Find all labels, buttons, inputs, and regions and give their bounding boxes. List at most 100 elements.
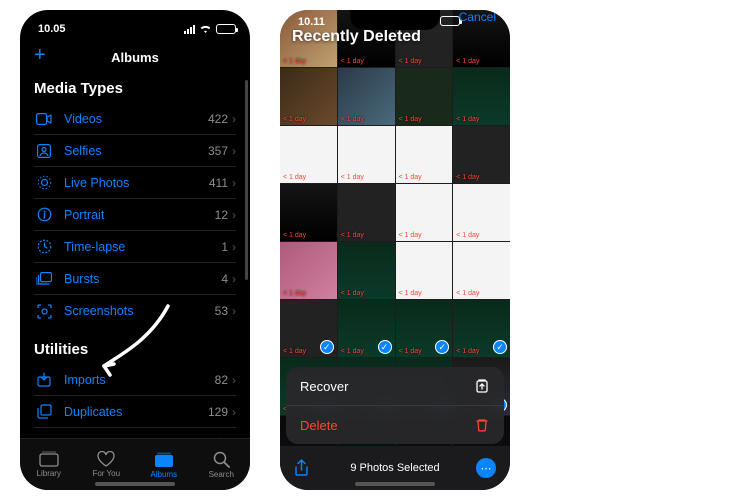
- row-videos[interactable]: Videos422›: [34, 103, 236, 135]
- delete-option[interactable]: Delete: [286, 405, 504, 444]
- portrait-icon: f: [34, 207, 54, 222]
- status-time: 10.11: [298, 16, 325, 28]
- selection-count: 9 Photos Selected: [350, 462, 439, 474]
- row-label: Screenshots: [64, 304, 215, 318]
- nav-bar: + Albums: [20, 42, 250, 72]
- library-tab-icon: [39, 451, 59, 467]
- row-screenshots[interactable]: Screenshots53›: [34, 295, 236, 327]
- hidden-icon: [34, 438, 54, 439]
- trash-icon: [474, 417, 490, 433]
- lock-icon: 🔒: [214, 437, 228, 438]
- expiry-caption: < 1 day: [283, 290, 306, 297]
- add-button[interactable]: +: [34, 44, 46, 67]
- thumbnail[interactable]: < 1 day✓: [453, 300, 510, 357]
- svg-text:f: f: [43, 210, 47, 219]
- action-sheet: Recover Delete: [286, 367, 504, 444]
- expiry-caption: < 1 day: [283, 174, 306, 181]
- thumbnail[interactable]: < 1 day: [280, 184, 337, 241]
- row-label: Imports: [64, 373, 215, 387]
- albums-screen: 10.05 75 + Albums Media Types Videos422›…: [20, 10, 250, 490]
- expiry-caption: < 1 day: [456, 116, 479, 123]
- more-button[interactable]: ⋯: [476, 458, 496, 478]
- expiry-caption: < 1 day: [341, 290, 364, 297]
- chevron-right-icon: ›: [232, 373, 236, 387]
- selected-check-icon: ✓: [435, 340, 449, 354]
- thumbnail[interactable]: < 1 day: [396, 68, 453, 125]
- recover-icon: [474, 378, 490, 394]
- row-count: 129: [208, 405, 228, 419]
- expiry-caption: < 1 day: [341, 116, 364, 123]
- delete-label: Delete: [300, 418, 338, 433]
- section-utilities: Utilities: [34, 341, 236, 358]
- share-button[interactable]: [294, 459, 309, 477]
- tab-label: Search: [209, 470, 234, 479]
- row-count: 82: [215, 373, 228, 387]
- expiry-caption: < 1 day: [399, 58, 422, 65]
- thumbnail[interactable]: < 1 day: [338, 242, 395, 299]
- albums-tab-icon: [154, 451, 174, 468]
- import-icon: [34, 372, 54, 387]
- thumbnail[interactable]: < 1 day: [396, 242, 453, 299]
- thumbnail[interactable]: < 1 day: [338, 68, 395, 125]
- expiry-caption: < 1 day: [456, 290, 479, 297]
- expiry-caption: < 1 day: [399, 348, 422, 355]
- chevron-right-icon: ›: [232, 240, 236, 254]
- home-indicator[interactable]: [355, 482, 435, 486]
- row-label: Bursts: [64, 272, 221, 286]
- expiry-caption: < 1 day: [399, 290, 422, 297]
- row-portrait[interactable]: fPortrait12›: [34, 199, 236, 231]
- selected-check-icon: ✓: [378, 340, 392, 354]
- row-time-lapse[interactable]: Time-lapse1›: [34, 231, 236, 263]
- thumbnail[interactable]: < 1 day: [453, 126, 510, 183]
- row-imports[interactable]: Imports82 ›: [34, 364, 236, 396]
- livephoto-icon: [34, 175, 54, 190]
- thumbnail[interactable]: < 1 day: [280, 68, 337, 125]
- albums-scroll[interactable]: Media Types Videos422›Selfies357›Live Ph…: [20, 72, 250, 438]
- thumbnail[interactable]: < 1 day: [453, 242, 510, 299]
- recover-option[interactable]: Recover: [286, 367, 504, 405]
- burst-icon: [34, 272, 54, 285]
- duplicate-icon: [34, 404, 54, 419]
- screenshot-icon: [34, 304, 54, 319]
- tab-search[interactable]: Search: [193, 439, 251, 490]
- thumbnail[interactable]: < 1 day: [453, 184, 510, 241]
- chevron-right-icon: ›: [232, 112, 236, 126]
- thumbnail[interactable]: < 1 day: [338, 184, 395, 241]
- thumbnail[interactable]: < 1 day: [280, 126, 337, 183]
- status-right: 75: [184, 24, 232, 34]
- thumbnail[interactable]: < 1 day: [396, 126, 453, 183]
- thumbnail[interactable]: < 1 day: [338, 126, 395, 183]
- nav-title: Albums: [111, 50, 159, 65]
- notch: [90, 10, 180, 30]
- tab-library[interactable]: Library: [20, 439, 78, 490]
- deleted-grid[interactable]: 10.11 Cancel Recently Deleted < 1 day< 1…: [280, 10, 510, 490]
- expiry-caption: < 1 day: [399, 232, 422, 239]
- row-bursts[interactable]: Bursts4›: [34, 263, 236, 295]
- row-label: Hidden: [64, 437, 214, 439]
- selected-check-icon: ✓: [493, 340, 507, 354]
- signal-icon: [184, 25, 195, 34]
- row-selfies[interactable]: Selfies357›: [34, 135, 236, 167]
- row-count: 357: [208, 144, 228, 158]
- row-hidden[interactable]: Hidden🔒›: [34, 428, 236, 438]
- row-label: Videos: [64, 112, 208, 126]
- expiry-caption: < 1 day: [341, 232, 364, 239]
- thumbnail[interactable]: < 1 day ✓: [396, 300, 453, 357]
- home-indicator[interactable]: [95, 482, 175, 486]
- thumbnail[interactable]: < 1 day: [453, 68, 510, 125]
- video-icon: [34, 113, 54, 125]
- row-duplicates[interactable]: Duplicates129›: [34, 396, 236, 428]
- scrollbar[interactable]: [245, 80, 248, 280]
- row-label: Live Photos: [64, 176, 209, 190]
- thumbnail[interactable]: < 1 day✓: [338, 300, 395, 357]
- section-media-types: Media Types: [34, 80, 236, 97]
- row-live-photos[interactable]: Live Photos411›: [34, 167, 236, 199]
- row-label: Time-lapse: [64, 240, 221, 254]
- thumbnail[interactable]: < 1 day✓: [280, 300, 337, 357]
- battery-icon: [440, 16, 460, 26]
- thumbnail[interactable]: < 1 day: [280, 242, 337, 299]
- cancel-button[interactable]: Cancel: [459, 10, 496, 24]
- expiry-caption: < 1 day: [283, 348, 306, 355]
- row-label: Duplicates: [64, 405, 208, 419]
- thumbnail[interactable]: < 1 day: [396, 184, 453, 241]
